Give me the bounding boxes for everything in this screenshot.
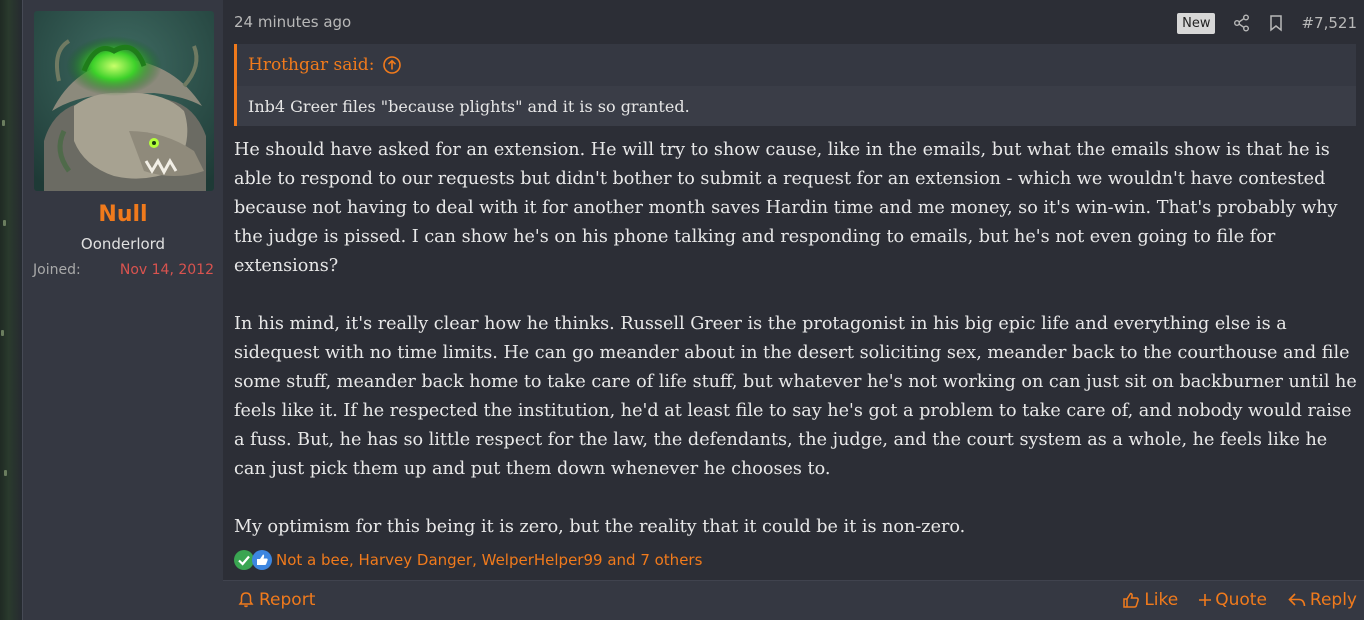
report-button[interactable]: Report bbox=[236, 590, 315, 610]
post-number[interactable]: #7,521 bbox=[1301, 14, 1357, 32]
post-header-actions: New #7,521 bbox=[1177, 11, 1357, 35]
like-label: Like bbox=[1144, 590, 1179, 610]
reaction-list[interactable]: Not a bee, Harvey Danger, WelperHelper99… bbox=[276, 551, 702, 569]
post-body: He should have asked for an extension. H… bbox=[234, 136, 1359, 542]
arrow-up-circle-icon[interactable] bbox=[382, 55, 402, 75]
footer-actions: Like Quote Reply bbox=[1121, 590, 1357, 610]
thumbs-up-icon bbox=[1121, 590, 1141, 610]
user-info-panel: Null Oonderlord Joined: Nov 14, 2012 bbox=[23, 0, 223, 620]
quote-label: Quote bbox=[1215, 590, 1267, 610]
plus-icon bbox=[1198, 590, 1212, 610]
quote-block: Hrothgar said: Inb4 Greer files "because… bbox=[234, 44, 1356, 126]
report-label: Report bbox=[259, 590, 316, 610]
check-icon bbox=[234, 550, 254, 570]
post-timestamp[interactable]: 24 minutes ago bbox=[234, 13, 351, 31]
reaction-icons bbox=[234, 549, 274, 571]
reply-label: Reply bbox=[1309, 590, 1357, 610]
reactions-bar[interactable]: Not a bee, Harvey Danger, WelperHelper99… bbox=[234, 548, 702, 572]
post-footer: Report Like Quote Reply bbox=[223, 580, 1364, 620]
body-paragraph: My optimism for this being it is zero, b… bbox=[234, 517, 966, 537]
body-paragraph: He should have asked for an extension. H… bbox=[234, 140, 1338, 276]
forum-post: Null Oonderlord Joined: Nov 14, 2012 24 … bbox=[22, 0, 1364, 620]
left-gutter bbox=[0, 0, 22, 620]
joined-date: Nov 14, 2012 bbox=[119, 262, 214, 278]
new-badge: New bbox=[1177, 12, 1216, 34]
reply-button[interactable]: Reply bbox=[1287, 590, 1357, 610]
bookmark-icon[interactable] bbox=[1267, 14, 1285, 32]
user-title: Oonderlord bbox=[80, 235, 166, 253]
thumbs-up-icon bbox=[252, 550, 272, 570]
body-paragraph: In his mind, it's really clear how he th… bbox=[234, 314, 1357, 479]
like-button[interactable]: Like bbox=[1121, 590, 1178, 610]
joined-label: Joined: bbox=[33, 262, 81, 278]
share-icon[interactable] bbox=[1233, 14, 1251, 32]
bell-icon bbox=[236, 590, 256, 610]
quote-header: Hrothgar said: bbox=[237, 44, 1356, 86]
quote-text: Inb4 Greer files "because plights" and i… bbox=[237, 86, 1356, 126]
quote-button[interactable]: Quote bbox=[1198, 590, 1267, 610]
quote-author[interactable]: Hrothgar said: bbox=[248, 55, 374, 75]
username[interactable]: Null bbox=[23, 202, 223, 227]
avatar[interactable] bbox=[34, 11, 214, 191]
reply-arrow-icon bbox=[1287, 590, 1307, 610]
post-main: 24 minutes ago New #7,521 Hrothgar said:… bbox=[223, 0, 1364, 620]
